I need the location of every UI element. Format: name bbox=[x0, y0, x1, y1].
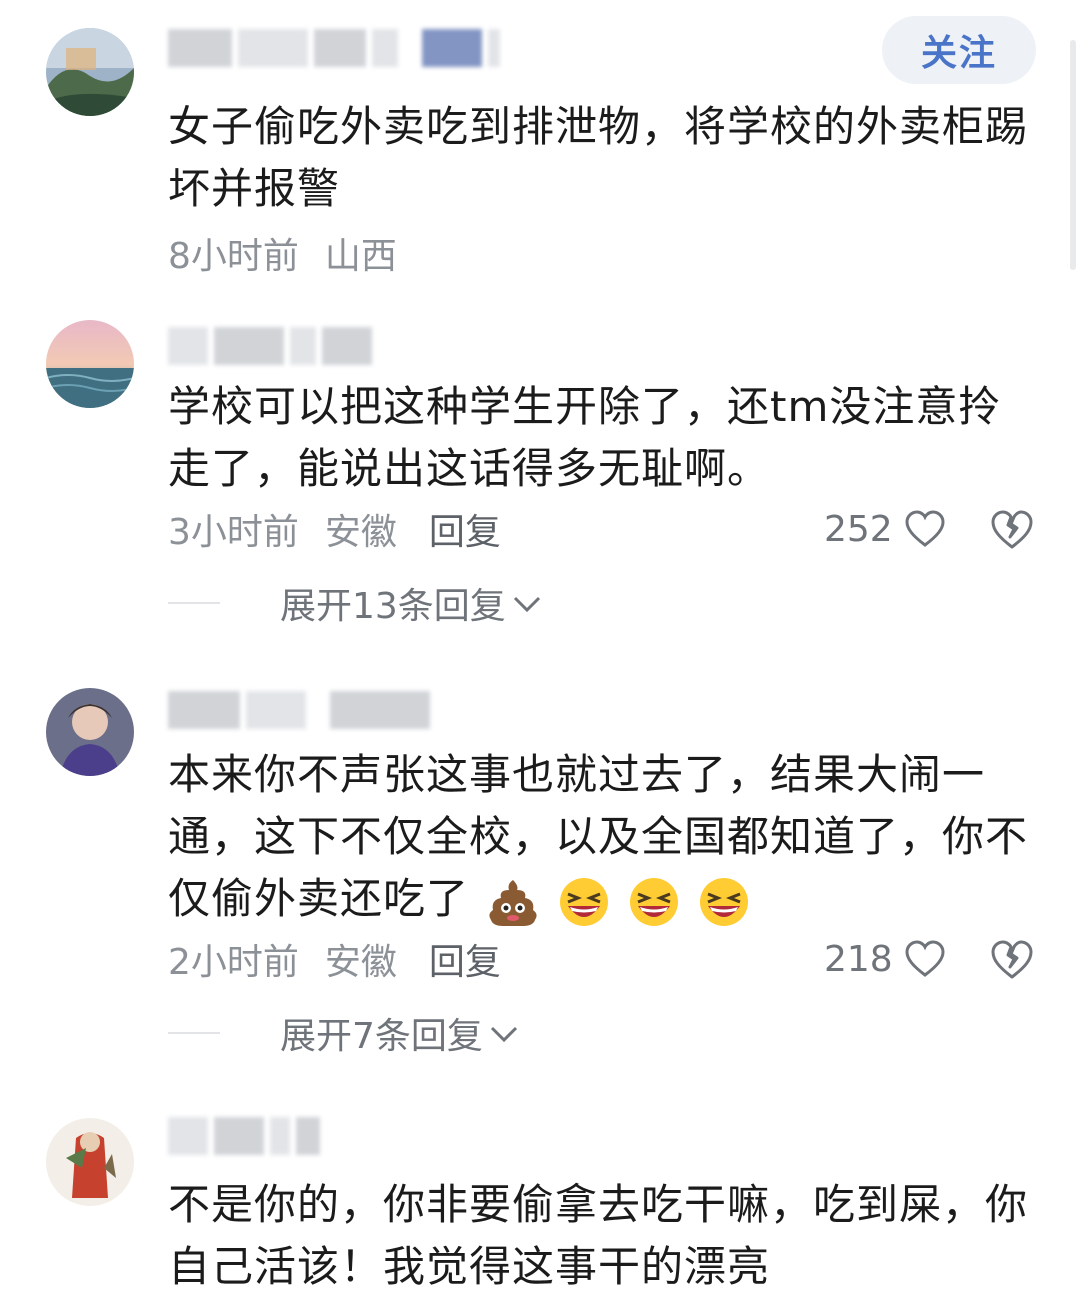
comment-text: 不是你的，你非要偷拿去吃干嘛，吃到屎，你自己活该！我觉得这事干的漂亮 bbox=[168, 1180, 1029, 1291]
comment-time: 3小时前 bbox=[168, 512, 299, 553]
comment-location: 安徽 bbox=[324, 512, 397, 553]
avatar[interactable] bbox=[46, 320, 134, 408]
username-redacted[interactable] bbox=[168, 324, 372, 368]
comment-time: 8小时前 bbox=[168, 236, 299, 277]
username-redacted[interactable] bbox=[168, 688, 430, 732]
chevron-down-icon bbox=[490, 1026, 517, 1043]
username-redacted[interactable] bbox=[168, 1114, 320, 1158]
comment-meta: 2小时前 安徽 回复 bbox=[168, 934, 527, 984]
comment-item: 学校可以把这种学生开除了，还tm没注意拎走了，能说出这话得多无耻啊。 3小时前 … bbox=[0, 300, 1080, 660]
reply-button[interactable]: 回复 bbox=[429, 503, 501, 555]
comment-item: 不是你的，你非要偷拿去吃干嘛，吃到屎，你自己活该！我觉得这事干的漂亮 bbox=[0, 1100, 1080, 1312]
comment-text: 学校可以把这种学生开除了，还tm没注意拎走了，能说出这话得多无耻啊。 bbox=[168, 382, 1002, 493]
comment-item: 关注 女子偷吃外卖吃到排泄物，将学校的外卖柜踢坏并报警 8小时前 山西 bbox=[0, 0, 1080, 300]
expand-replies-label: 展开7条回复 bbox=[280, 1016, 483, 1057]
heart-outline-icon bbox=[905, 940, 945, 977]
expand-replies[interactable]: 展开7条回复 bbox=[168, 1008, 521, 1058]
like-count: 218 bbox=[824, 938, 893, 980]
broken-heart-icon[interactable] bbox=[990, 508, 1034, 552]
grinning-squint-emoji-icon bbox=[559, 877, 608, 926]
follow-button[interactable]: 关注 bbox=[882, 16, 1036, 84]
expand-replies[interactable]: 展开13条回复 bbox=[168, 578, 544, 628]
heart-outline-icon bbox=[905, 510, 945, 547]
comment-location: 山西 bbox=[324, 236, 397, 277]
grinning-squint-emoji-icon bbox=[700, 877, 749, 926]
avatar[interactable] bbox=[46, 688, 134, 776]
comment-location: 安徽 bbox=[324, 942, 397, 983]
divider bbox=[168, 1032, 220, 1034]
like-count: 252 bbox=[824, 508, 893, 550]
reply-button[interactable]: 回复 bbox=[429, 933, 501, 985]
like-button[interactable]: 252 bbox=[824, 504, 945, 554]
username-redacted[interactable] bbox=[168, 26, 500, 70]
avatar[interactable] bbox=[46, 28, 134, 116]
like-button[interactable]: 218 bbox=[824, 934, 945, 984]
poop-emoji-icon bbox=[489, 879, 537, 926]
comment-meta: 3小时前 安徽 回复 bbox=[168, 504, 527, 554]
grinning-squint-emoji-icon bbox=[630, 877, 679, 926]
divider bbox=[168, 602, 220, 604]
comment-meta: 8小时前 山西 bbox=[168, 228, 423, 278]
comment-time: 2小时前 bbox=[168, 942, 299, 983]
comment-item: 本来你不声张这事也就过去了，结果大闹一通，这下不仅全校，以及全国都知道了，你不仅… bbox=[0, 660, 1080, 1100]
comment-text: 女子偷吃外卖吃到排泄物，将学校的外卖柜踢坏并报警 bbox=[168, 102, 1029, 213]
comment-text: 本来你不声张这事也就过去了，结果大闹一通，这下不仅全校，以及全国都知道了，你不仅… bbox=[168, 744, 1038, 930]
chevron-down-icon bbox=[513, 596, 540, 613]
expand-replies-label: 展开13条回复 bbox=[280, 586, 506, 627]
avatar[interactable] bbox=[46, 1118, 134, 1206]
broken-heart-icon[interactable] bbox=[990, 938, 1034, 982]
